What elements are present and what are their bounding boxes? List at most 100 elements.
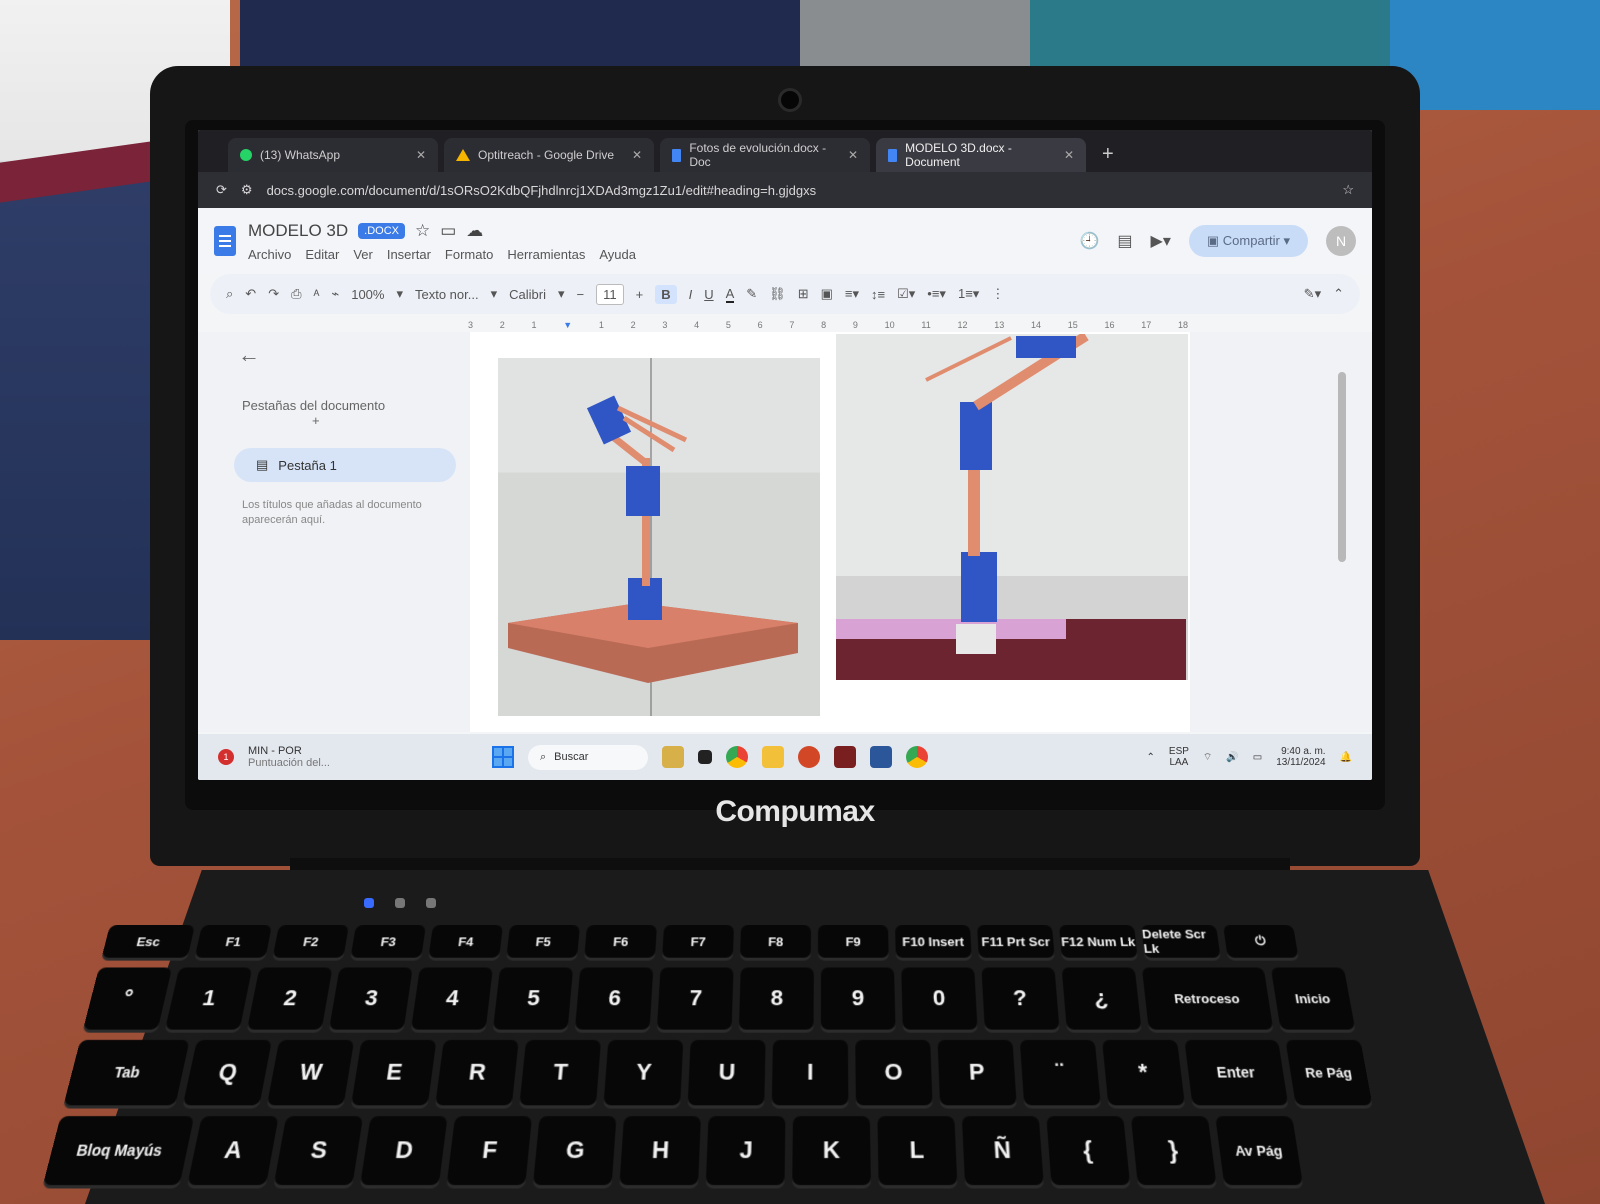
key-brace-open[interactable]: {: [1046, 1116, 1131, 1186]
wifi-icon[interactable]: ⌔: [1203, 751, 1212, 764]
word-icon[interactable]: [870, 746, 892, 768]
chevron-down-icon[interactable]: ▾: [558, 286, 565, 302]
key-backspace[interactable]: Retroceso: [1141, 967, 1274, 1030]
key-f5[interactable]: F5: [506, 925, 580, 958]
key-0[interactable]: 0: [901, 967, 978, 1030]
key-degree[interactable]: °: [82, 967, 173, 1030]
doc-title[interactable]: MODELO 3D: [248, 221, 348, 241]
powerpoint-icon[interactable]: [798, 746, 820, 768]
key-t[interactable]: T: [519, 1039, 602, 1106]
key-n-tilde[interactable]: Ñ: [961, 1116, 1044, 1186]
bold-button[interactable]: B: [655, 284, 677, 304]
close-icon[interactable]: ✕: [1064, 148, 1074, 162]
key-page-up[interactable]: Re Pág: [1285, 1039, 1373, 1106]
file-explorer-icon[interactable]: [762, 746, 784, 768]
menu-herramientas[interactable]: Herramientas: [507, 247, 585, 262]
notifications-bell-icon[interactable]: 🔔: [1340, 752, 1352, 763]
key-y[interactable]: Y: [603, 1039, 684, 1106]
outline-tab-item[interactable]: ▤ Pestaña 1: [234, 448, 456, 482]
key-f3[interactable]: F3: [350, 925, 426, 958]
key-h[interactable]: H: [619, 1116, 701, 1186]
zoom-select[interactable]: 100%: [351, 287, 384, 302]
key-1[interactable]: 1: [164, 967, 253, 1030]
key-f8[interactable]: F8: [740, 925, 811, 958]
key-8[interactable]: 8: [738, 967, 814, 1030]
align-icon[interactable]: ≡▾: [845, 286, 859, 302]
bookmark-star-icon[interactable]: ☆: [1342, 182, 1354, 198]
back-arrow-icon[interactable]: ←: [238, 342, 463, 368]
redo-icon[interactable]: ↷: [268, 286, 279, 302]
key-6[interactable]: 6: [574, 967, 654, 1030]
font-size-input[interactable]: 11: [596, 283, 624, 305]
chevron-down-icon[interactable]: ▾: [396, 286, 403, 302]
checklist-icon[interactable]: ☑▾: [897, 286, 915, 302]
docs-logo-icon[interactable]: [214, 226, 236, 256]
key-asterisk[interactable]: *: [1102, 1039, 1186, 1106]
image-icon[interactable]: ▣: [821, 286, 833, 302]
key-tab[interactable]: Tab: [63, 1039, 190, 1106]
search-icon[interactable]: ⌕: [226, 286, 233, 302]
key-esc[interactable]: Esc: [101, 925, 195, 958]
chrome-icon[interactable]: [726, 746, 748, 768]
menu-formato[interactable]: Formato: [445, 247, 493, 262]
key-g[interactable]: G: [532, 1116, 617, 1186]
key-enter[interactable]: Enter: [1184, 1039, 1289, 1106]
close-icon[interactable]: ✕: [416, 148, 426, 162]
key-f7[interactable]: F7: [662, 925, 734, 958]
close-icon[interactable]: ✕: [848, 148, 858, 162]
increase-size-icon[interactable]: +: [636, 287, 644, 302]
key-caps-lock[interactable]: Bloq Mayús: [42, 1116, 195, 1186]
line-spacing-icon[interactable]: ↕≡: [871, 287, 885, 302]
key-k[interactable]: K: [792, 1116, 871, 1186]
key-r[interactable]: R: [435, 1039, 519, 1106]
language-indicator[interactable]: ESP LAA: [1169, 746, 1189, 768]
key-f12[interactable]: F12 Num Lk: [1059, 925, 1138, 958]
key-4[interactable]: 4: [410, 967, 493, 1030]
highlight-icon[interactable]: ✎: [746, 286, 757, 302]
link-icon[interactable]: ⛓: [769, 286, 786, 302]
key-diaeresis[interactable]: ¨: [1019, 1039, 1101, 1106]
chevron-down-icon[interactable]: ▾: [491, 286, 498, 302]
key-7[interactable]: 7: [656, 967, 734, 1030]
comment-add-icon[interactable]: ⊞: [798, 286, 809, 302]
browser-tab[interactable]: Optitreach - Google Drive ✕: [444, 138, 654, 172]
key-f2[interactable]: F2: [272, 925, 349, 958]
menu-ver[interactable]: Ver: [353, 247, 373, 262]
paint-format-icon[interactable]: ⌁: [331, 286, 339, 302]
key-i[interactable]: I: [771, 1039, 849, 1106]
key-f4[interactable]: F4: [428, 925, 503, 958]
key-w[interactable]: W: [266, 1039, 355, 1106]
power-icon[interactable]: ⏻: [1223, 925, 1299, 958]
comments-icon[interactable]: ▤: [1117, 231, 1132, 251]
game-app-icon[interactable]: [834, 746, 856, 768]
url-field[interactable]: docs.google.com/document/d/1sORsO2KdbQFj…: [267, 183, 1329, 198]
key-a[interactable]: A: [187, 1116, 279, 1186]
new-tab-button[interactable]: +: [1092, 143, 1114, 172]
robot-arm-render-1[interactable]: [498, 358, 820, 716]
windows-start-icon[interactable]: [492, 746, 514, 768]
key-5[interactable]: 5: [492, 967, 574, 1030]
star-icon[interactable]: ☆: [415, 221, 430, 241]
browser-tab-active[interactable]: MODELO 3D.docx - Document ✕: [876, 138, 1086, 172]
key-s[interactable]: S: [273, 1116, 364, 1186]
bullet-list-icon[interactable]: •≡▾: [927, 286, 946, 302]
key-question[interactable]: ?: [981, 967, 1060, 1030]
version-history-icon[interactable]: 🕘: [1079, 231, 1099, 251]
close-icon[interactable]: ✕: [632, 148, 642, 162]
key-9[interactable]: 9: [820, 967, 896, 1030]
key-f6[interactable]: F6: [584, 925, 657, 958]
share-button[interactable]: ▣ Compartir ▾: [1188, 225, 1308, 257]
key-d[interactable]: D: [360, 1116, 448, 1186]
key-u[interactable]: U: [687, 1039, 766, 1106]
more-icon[interactable]: ⋮: [991, 286, 1004, 302]
chevron-up-icon[interactable]: ⌃: [1147, 752, 1155, 763]
menu-editar[interactable]: Editar: [305, 247, 339, 262]
key-f10[interactable]: F10 Insert: [895, 925, 972, 958]
key-delete[interactable]: Delete Scr Lk: [1141, 925, 1221, 958]
move-folder-icon[interactable]: ▭: [440, 221, 456, 241]
key-brace-close[interactable]: }: [1130, 1116, 1217, 1186]
menu-insertar[interactable]: Insertar: [387, 247, 431, 262]
edit-mode-icon[interactable]: ✎▾: [1304, 286, 1321, 302]
key-2[interactable]: 2: [246, 967, 333, 1030]
collapse-icon[interactable]: ⌃: [1333, 286, 1344, 302]
